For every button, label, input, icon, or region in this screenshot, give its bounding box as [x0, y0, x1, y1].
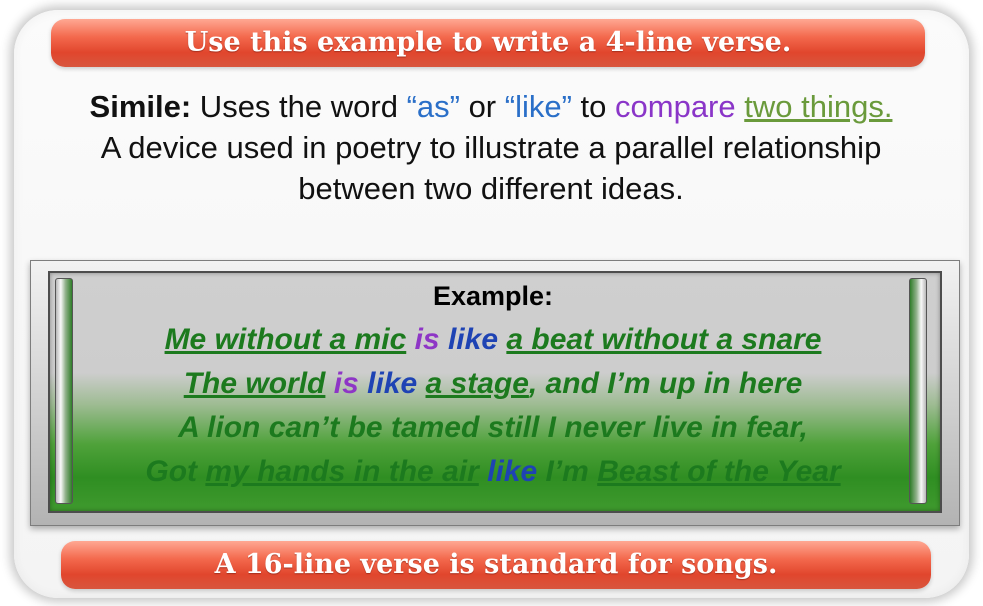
verse-segment: my hands in the air: [205, 455, 479, 488]
keyword-two-things: two things.: [744, 89, 893, 124]
verse-segment: Got: [145, 455, 206, 488]
verse-line-2: The world is like a stage, and I’m up in…: [48, 362, 938, 406]
definition-line-2: A device used in poetry to illustrate a …: [100, 130, 882, 165]
keyword-compare: compare: [615, 89, 736, 124]
verse-segment: [440, 323, 448, 356]
verse-segment: The world: [183, 367, 326, 400]
example-verse: Me without a mic is like a beat without …: [48, 318, 938, 494]
header-banner: Use this example to write a 4-line verse…: [51, 19, 925, 67]
definition-text: to: [571, 89, 616, 124]
definition-line-3: between two different ideas.: [298, 171, 684, 206]
verse-segment: A lion can’t be tamed still I never live…: [178, 411, 808, 444]
definition-term: Simile:: [89, 89, 192, 124]
definition-text: Uses the word: [191, 89, 407, 124]
verse-segment: like: [447, 323, 499, 356]
simile-definition: Simile: Uses the word “as” or “like” to …: [20, 86, 962, 209]
definition-text: or: [459, 89, 505, 124]
verse-segment: like: [487, 455, 538, 488]
verse-segment: [479, 455, 487, 488]
verse-line-4: Got my hands in the air like I’m Beast o…: [48, 450, 938, 494]
verse-segment: a stage: [425, 367, 529, 400]
verse-segment: Beast of the Year: [597, 455, 841, 488]
verse-segment: is: [333, 367, 359, 400]
verse-segment: a beat without a snare: [506, 323, 822, 356]
verse-segment: Me without a mic: [164, 323, 407, 356]
verse-segment: [325, 367, 333, 400]
definition-line-1: Simile: Uses the word “as” or “like” to …: [20, 86, 962, 127]
example-title: Example:: [432, 281, 554, 311]
verse-segment: is: [414, 323, 440, 356]
verse-segment: I’m: [537, 455, 598, 488]
verse-segment: like: [367, 367, 418, 400]
verse-segment: [406, 323, 414, 356]
keyword-like: “like”: [504, 89, 572, 124]
verse-line-3: A lion can’t be tamed still I never live…: [48, 406, 938, 450]
verse-segment: [417, 367, 425, 400]
verse-line-1: Me without a mic is like a beat without …: [48, 318, 938, 362]
verse-segment: , and I’m up in here: [528, 367, 803, 400]
definition-text: [736, 89, 745, 124]
footer-banner: A 16-line verse is standard for songs.: [61, 541, 931, 589]
verse-segment: [359, 367, 367, 400]
keyword-as: “as”: [406, 89, 460, 124]
